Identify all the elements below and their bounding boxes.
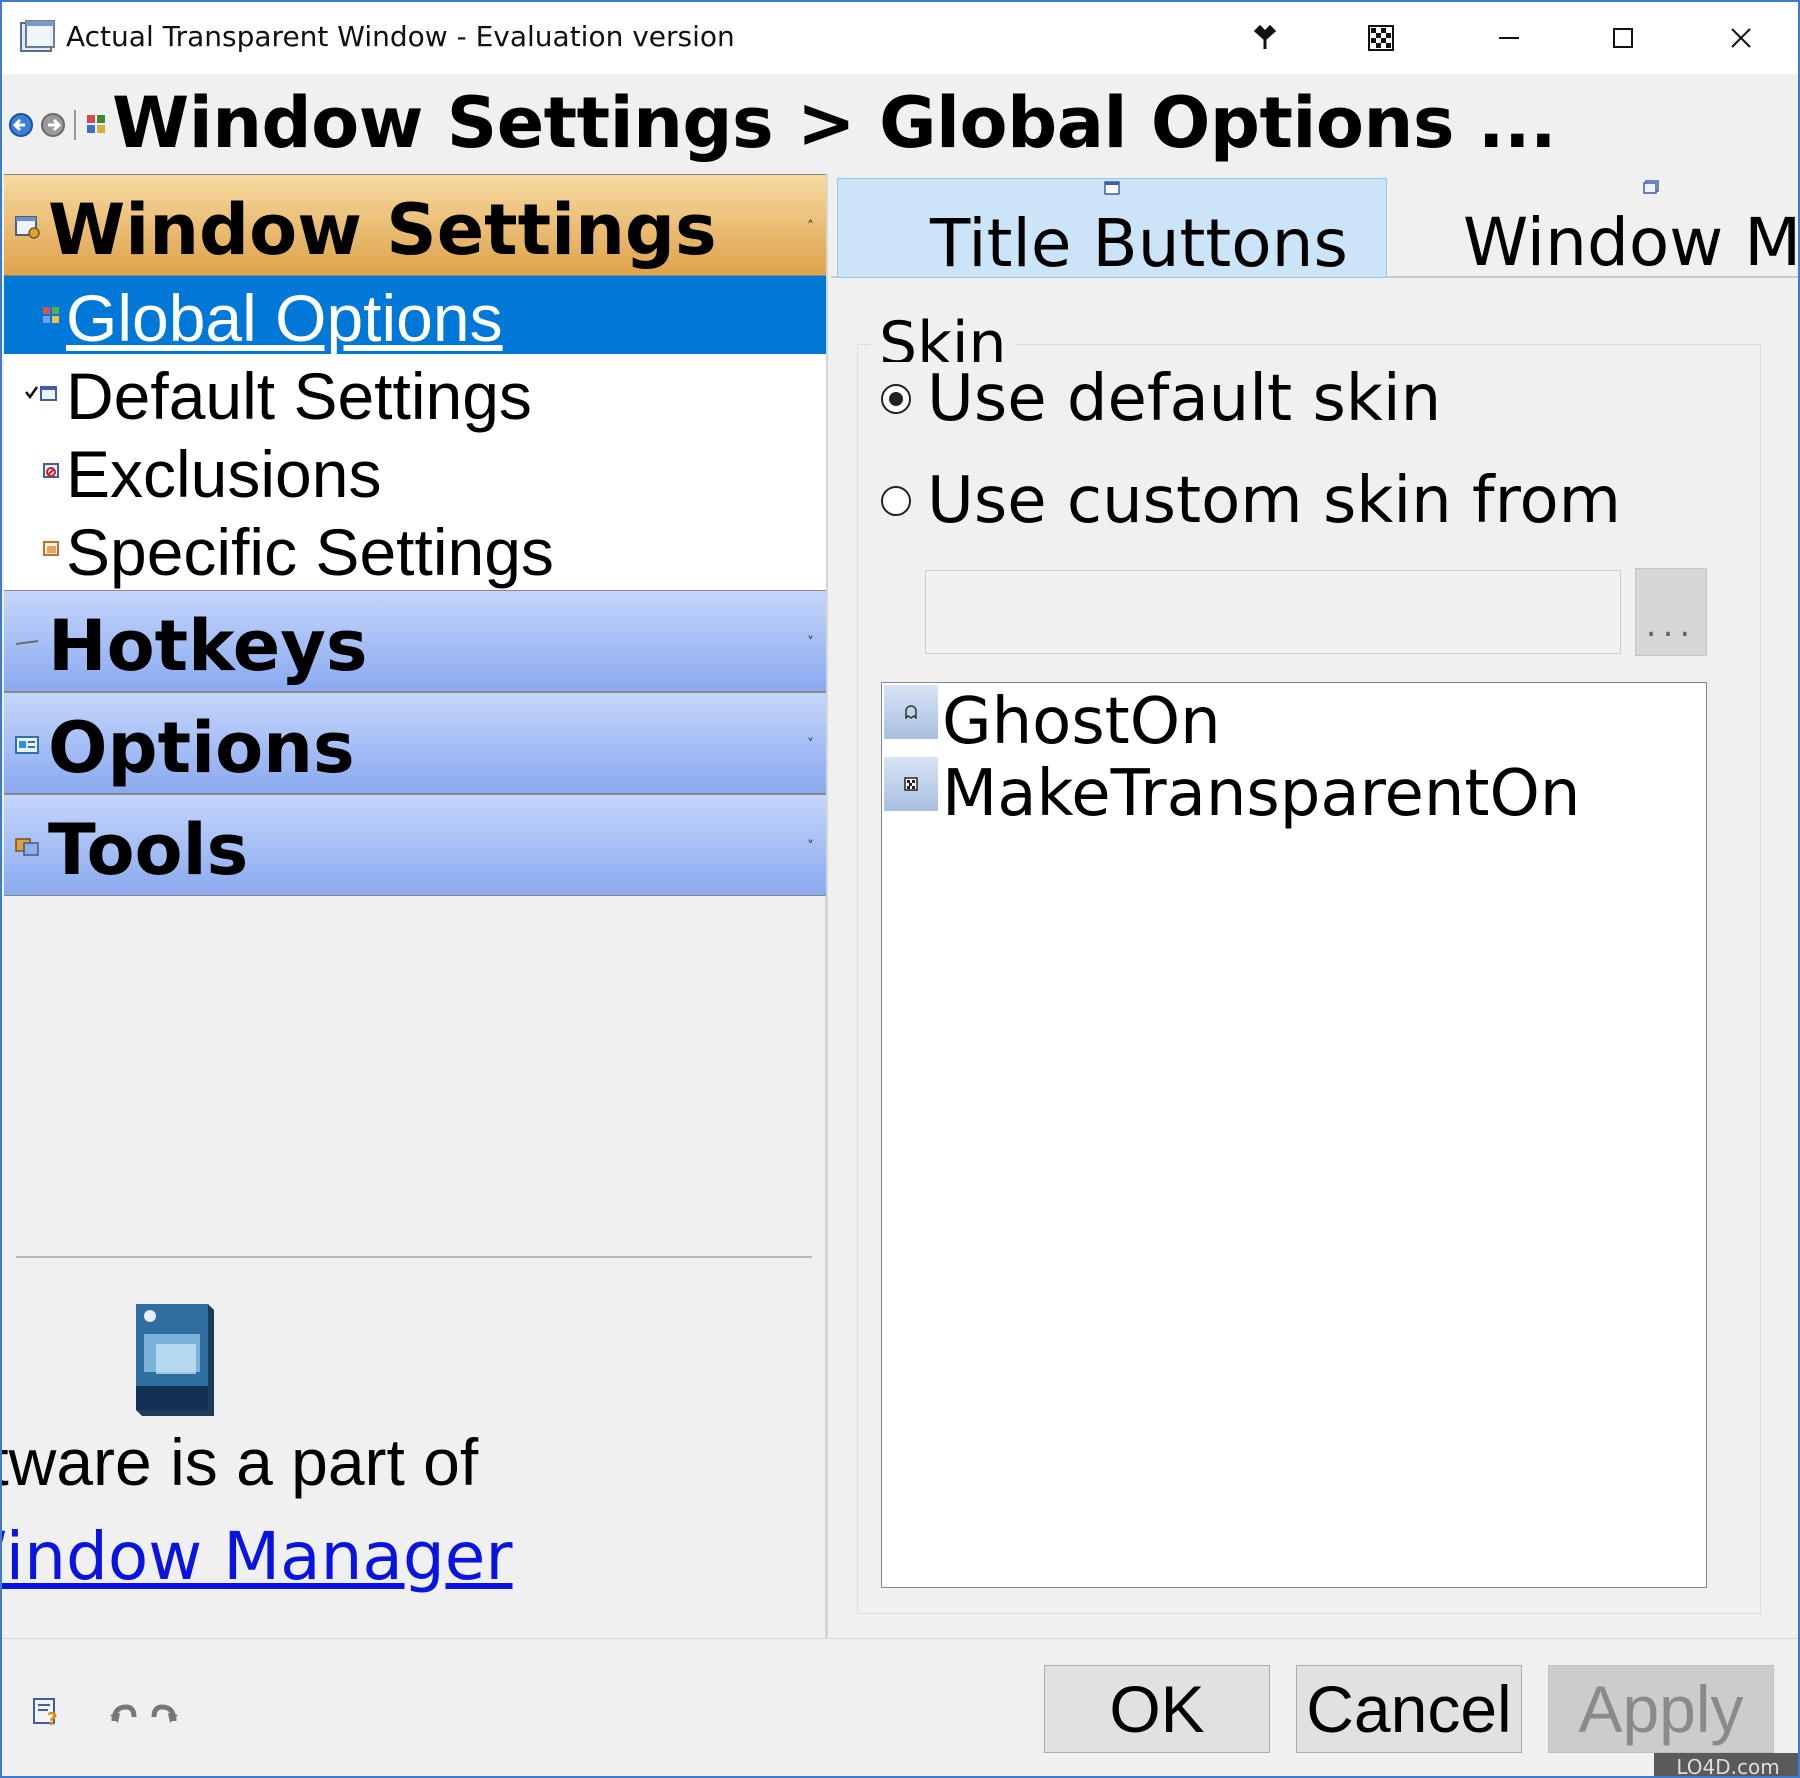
radio-unchecked-icon (881, 486, 911, 516)
svg-text:?: ? (47, 1709, 57, 1727)
tab-label: Window Me (1463, 204, 1800, 281)
forward-icon[interactable] (40, 112, 66, 138)
default-settings-icon (25, 386, 57, 401)
back-icon[interactable] (8, 112, 34, 138)
hotkeys-icon (16, 640, 38, 645)
list-item[interactable]: GhostOn (882, 683, 1706, 759)
expand-chevron-icon[interactable]: ˅ (807, 737, 814, 753)
app-icon (20, 20, 55, 52)
section-window-settings[interactable]: Window Settings ˄ (4, 174, 826, 276)
close-button[interactable] (1686, 2, 1796, 74)
minimize-button[interactable] (1454, 2, 1564, 74)
app-window: Actual Transparent Window - Evaluation v… (0, 0, 1800, 1778)
sidebar-item-label: Global Options (66, 281, 503, 355)
sidebar: Window Settings ˄ Global Options Default… (2, 174, 828, 1638)
help-icon[interactable]: ? (32, 1697, 62, 1727)
nav-separator (74, 110, 76, 140)
product-box-image (136, 1304, 214, 1416)
tools-icon (15, 838, 39, 856)
maximize-icon (1613, 28, 1633, 48)
content-pane: Title Buttons Window Me Skin Use default… (831, 174, 1800, 1638)
options-icon (15, 736, 39, 754)
section-hotkeys[interactable]: Hotkeys ˅ (4, 590, 826, 692)
section-title: Options (48, 707, 355, 789)
radio-checked-icon (881, 384, 911, 414)
exclusions-icon (43, 463, 59, 478)
sidebar-item-global-options[interactable]: Global Options (4, 276, 826, 355)
apply-button[interactable]: Apply (1548, 1665, 1774, 1753)
tab-label: Title Buttons (930, 205, 1348, 282)
transparency-icon (1368, 25, 1394, 51)
global-options-icon (43, 307, 59, 323)
maximize-button[interactable] (1568, 2, 1678, 74)
expand-chevron-icon[interactable]: ˅ (807, 635, 814, 651)
skin-group-title: Skin (871, 306, 1015, 362)
section-options[interactable]: Options ˅ (4, 692, 826, 794)
radio-label: Use default skin (927, 362, 1442, 436)
skin-path-input[interactable] (925, 570, 1621, 654)
tab-window-menu[interactable]: Window Me (1387, 178, 1800, 281)
window-settings-icon (15, 216, 40, 239)
default-skin-radio[interactable]: Use default skin (881, 362, 1441, 436)
sidebar-item-label: Exclusions (66, 437, 382, 511)
close-icon (1731, 28, 1751, 48)
global-options-icon (87, 115, 105, 133)
tab-strip: Title Buttons Window Me (831, 174, 1800, 282)
list-item-label: MakeTransparentOn (942, 757, 1581, 831)
skin-button-list[interactable]: GhostOn MakeTransparentOn (881, 682, 1707, 1588)
specific-settings-icon (43, 541, 59, 556)
sidebar-item-label: Default Settings (66, 359, 532, 433)
watermark-badge: LO4D.com (1654, 1753, 1798, 1776)
section-tools[interactable]: Tools ˅ (4, 794, 826, 896)
window-title: Actual Transparent Window - Evaluation v… (66, 20, 735, 53)
section-items: Global Options Default Settings Exclusio… (4, 276, 826, 590)
cancel-button[interactable]: Cancel (1296, 1665, 1522, 1753)
section-title: Tools (48, 809, 249, 891)
pin-icon (1253, 25, 1277, 49)
custom-skin-radio[interactable]: Use custom skin from (881, 464, 1621, 538)
list-item[interactable]: MakeTransparentOn (882, 755, 1706, 831)
list-item-label: GhostOn (942, 685, 1221, 759)
minimize-icon (1499, 37, 1519, 39)
promo-divider (16, 1256, 812, 1258)
ok-button[interactable]: OK (1044, 1665, 1270, 1753)
sidebar-item-exclusions[interactable]: Exclusions (4, 432, 826, 511)
title-bar[interactable]: Actual Transparent Window - Evaluation v… (2, 2, 1798, 74)
sidebar-item-specific-settings[interactable]: Specific Settings (4, 510, 826, 589)
undo-icon[interactable] (110, 1701, 138, 1725)
radio-label: Use custom skin from (927, 464, 1621, 538)
collapse-chevron-icon[interactable]: ˄ (807, 219, 814, 235)
window-manager-link[interactable]: Window Manager (2, 1518, 513, 1595)
title-buttons-tab-icon (1104, 181, 1120, 195)
transparent-icon (884, 757, 938, 811)
tab-title-buttons[interactable]: Title Buttons (837, 178, 1387, 282)
page-title: Window Settings > Global Options ... (112, 82, 1557, 164)
section-title: Hotkeys (48, 605, 368, 687)
header: Window Settings > Global Options ... (2, 74, 1798, 174)
window-menu-tab-icon (1643, 180, 1659, 194)
browse-button[interactable]: ... (1635, 568, 1707, 656)
redo-icon[interactable] (150, 1701, 178, 1725)
promo-text: ftware is a part of (0, 1425, 479, 1499)
pin-button[interactable] (1210, 2, 1320, 74)
ghost-icon (884, 685, 938, 739)
expand-chevron-icon[interactable]: ˅ (807, 839, 814, 855)
section-title: Window Settings (48, 189, 717, 271)
transparency-button[interactable] (1326, 2, 1436, 74)
sidebar-item-default-settings[interactable]: Default Settings (4, 354, 826, 433)
dialog-footer: ? OK Cancel Apply LO4D.com (2, 1638, 1798, 1776)
sidebar-item-label: Specific Settings (66, 515, 554, 589)
